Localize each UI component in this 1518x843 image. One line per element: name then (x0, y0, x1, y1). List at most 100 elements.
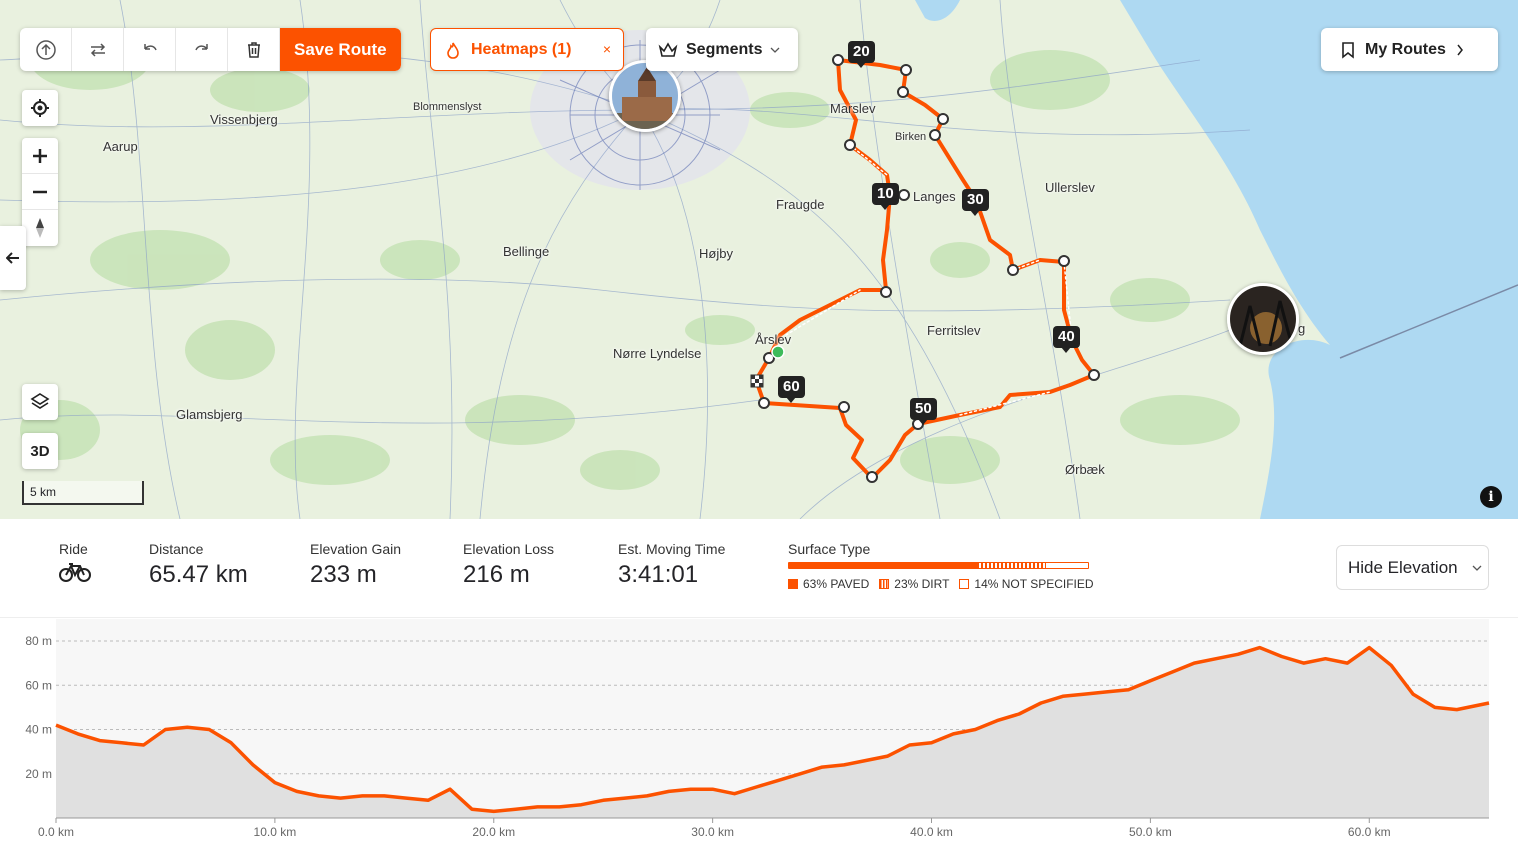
elevation-gain-value: 233 m (310, 561, 377, 588)
compass-button[interactable] (22, 210, 58, 246)
place-label: Årslev (755, 332, 792, 347)
segments-label: Segments (686, 40, 763, 58)
elevation-gain-stat: Elevation Gain 233 m (310, 541, 401, 589)
reverse-route-button[interactable] (72, 28, 124, 71)
trash-icon (247, 41, 260, 58)
elevation-loss-value: 216 m (463, 561, 530, 588)
place-label: Langes (913, 189, 956, 204)
upload-icon (35, 39, 56, 60)
y-tick-label: 60 m (25, 678, 52, 692)
distance-label: Distance (149, 541, 204, 557)
y-tick-label: 80 m (25, 634, 52, 648)
km-marker: 60 (778, 376, 805, 403)
place-label: Marslev (830, 101, 876, 116)
elevation-chart[interactable]: 20 m 40 m 60 m 80 m 0.0 km 10.0 km 20.0 km 30.0… (0, 619, 1518, 843)
elevation-loss-label: Elevation Loss (463, 541, 555, 557)
my-routes-button[interactable]: My Routes (1321, 28, 1498, 71)
crosshair-icon (31, 99, 49, 117)
surface-bar-segment (1046, 563, 1088, 568)
swap-arrows-icon (90, 42, 105, 57)
surface-legend-paved: 63% PAVED (788, 577, 869, 591)
bookmark-icon (1342, 41, 1354, 59)
map-base-layer (0, 0, 1518, 519)
map-canvas[interactable]: Blommenslyst Vissenbjerg Aarup Marslev B… (0, 0, 1518, 519)
undo-icon (143, 43, 157, 50)
place-label: Ferritslev (927, 323, 981, 338)
surface-bar-segment (977, 563, 1047, 568)
segment-crown-icon (658, 41, 678, 57)
x-tick-label: 60.0 km (1348, 825, 1391, 839)
map-info-button[interactable]: i (1480, 486, 1502, 508)
3d-toggle-button[interactable]: 3D (22, 433, 58, 469)
zoom-in-button[interactable] (22, 138, 58, 174)
place-label: g (1298, 321, 1306, 336)
elevation-loss-stat: Elevation Loss 216 m (463, 541, 554, 589)
activity-label: Ride (59, 541, 88, 557)
elevation-profile[interactable]: 20 m 40 m 60 m 80 m 0.0 km 10.0 km 20.0 km 30.0… (0, 619, 1518, 843)
km-marker: 50 (910, 398, 937, 425)
save-route-button[interactable]: Save Route (280, 28, 401, 71)
redo-button[interactable] (176, 28, 228, 71)
surface-type-label: Surface Type (788, 541, 871, 557)
x-tick-label: 40.0 km (910, 825, 953, 839)
flame-icon (447, 42, 459, 59)
place-label: Blommenslyst (413, 101, 482, 113)
surface-legend-dirt: 23% DIRT (879, 577, 949, 591)
layers-icon (30, 393, 50, 409)
moving-time-label: Est. Moving Time (618, 541, 726, 557)
map-scale: 5 km (22, 481, 144, 505)
route-photo[interactable] (1227, 283, 1299, 355)
zoom-out-button[interactable] (22, 174, 58, 210)
compass-icon (36, 218, 44, 238)
collapse-sidebar-button[interactable] (0, 226, 26, 290)
redo-icon (194, 43, 208, 50)
my-routes-label: My Routes (1365, 40, 1446, 58)
x-tick-label: 0.0 km (38, 825, 74, 839)
surface-legend: 63% PAVED 23% DIRT 14% NOT SPECIFIED (788, 577, 1094, 591)
segments-dropdown[interactable]: Segments (646, 28, 798, 71)
chevron-down-icon (1472, 565, 1482, 571)
x-tick-label: 20.0 km (472, 825, 515, 839)
surface-bar-segment (789, 563, 978, 568)
route-stats-bar: Ride Distance 65.47 km Elevation Gain 23… (0, 519, 1518, 618)
hide-elevation-dropdown[interactable]: Hide Elevation (1336, 545, 1489, 590)
distance-stat: Distance 65.47 km (149, 541, 248, 589)
hide-elevation-label: Hide Elevation (1348, 557, 1458, 577)
km-marker: 20 (848, 41, 875, 68)
undo-button[interactable] (124, 28, 176, 71)
map-layers-button[interactable] (22, 384, 58, 420)
delete-route-button[interactable] (228, 28, 280, 71)
place-label: Fraugde (776, 197, 825, 212)
route-toolbar: Save Route (20, 28, 401, 71)
upload-button[interactable] (20, 28, 72, 71)
place-label: Birken (895, 131, 927, 143)
km-marker: 10 (872, 183, 899, 210)
bike-icon (59, 563, 91, 582)
y-tick-label: 40 m (25, 723, 52, 737)
place-label: Vissenbjerg (210, 112, 278, 127)
moving-time-stat: Est. Moving Time 3:41:01 (618, 541, 725, 589)
km-marker: 30 (962, 189, 989, 216)
surface-type-stat: Surface Type (788, 541, 870, 557)
moving-time-value: 3:41:01 (618, 561, 699, 588)
zoom-controls (22, 138, 58, 246)
minus-icon (33, 190, 47, 193)
heatmaps-close-button[interactable]: × (603, 41, 611, 57)
heatmaps-button[interactable]: Heatmaps (1) × (430, 28, 624, 71)
place-label: Glamsbjerg (176, 407, 243, 422)
place-label: Nørre Lyndelse (613, 346, 702, 361)
place-label: Aarup (103, 139, 138, 154)
elevation-gain-label: Elevation Gain (310, 541, 402, 557)
x-tick-label: 10.0 km (254, 825, 297, 839)
locate-me-button[interactable] (22, 90, 58, 126)
place-label: Højby (699, 246, 733, 261)
place-label: Ullerslev (1045, 180, 1095, 195)
activity-type[interactable]: Ride (59, 541, 91, 588)
chevron-right-icon (1457, 44, 1463, 55)
x-tick-label: 50.0 km (1129, 825, 1172, 839)
x-tick-label: 30.0 km (691, 825, 734, 839)
surface-legend-not-specified: 14% NOT SPECIFIED (959, 577, 1094, 591)
chevron-down-icon (771, 47, 780, 53)
heatmaps-label: Heatmaps (1) (471, 40, 572, 58)
place-label: Ørbæk (1065, 462, 1105, 477)
